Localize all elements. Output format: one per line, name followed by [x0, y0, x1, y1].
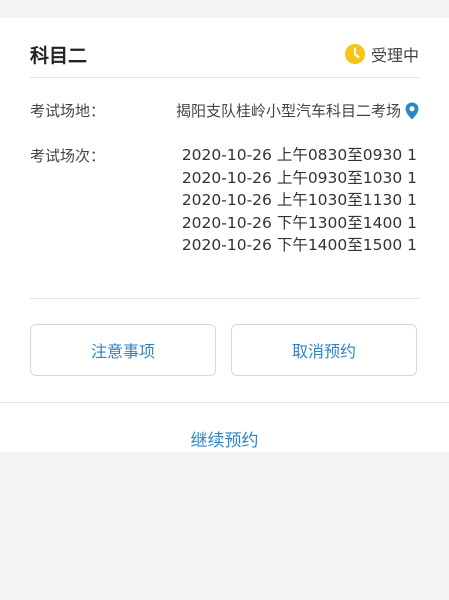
top-strip	[0, 0, 449, 18]
venue-label: 考试场地：	[30, 102, 106, 120]
session-list: 2020-10-26 上午0830至0930 1 2020-10-26 上午09…	[182, 144, 417, 257]
venue-value[interactable]: 揭阳支队桂岭小型汽车科目二考场	[176, 100, 419, 121]
session-item: 2020-10-26 上午0930至1030 1	[181, 168, 417, 187]
session-item: 2020-10-26 下午1400至1500 1	[181, 236, 417, 254]
status-badge: 受理中	[344, 42, 419, 66]
venue-text: 揭阳支队桂岭小型汽车科目二考场	[175, 102, 401, 120]
status-text: 受理中	[370, 46, 419, 65]
continue-appointment-link[interactable]: 继续预约	[0, 426, 449, 451]
divider	[30, 298, 419, 299]
appointment-card: 科目二 受理中 考试场地： 揭阳支队桂岭小型汽车科目二考场 考试场次： 2020…	[0, 18, 449, 452]
clock-icon	[344, 44, 365, 64]
session-item: 2020-10-26 上午0830至0930 1	[181, 146, 417, 164]
divider	[0, 402, 449, 403]
location-pin-icon[interactable]	[405, 102, 419, 120]
session-item: 2020-10-26 上午1030至1130 1	[181, 191, 417, 209]
divider	[30, 77, 419, 78]
cancel-appointment-button[interactable]: 取消预约	[231, 324, 417, 376]
notice-button[interactable]: 注意事项	[30, 324, 216, 376]
session-label: 考试场次：	[30, 147, 106, 165]
card-header: 科目二 受理中	[30, 36, 419, 72]
session-item: 2020-10-26 下午1300至1400 1	[181, 213, 417, 232]
subject-title: 科目二	[30, 44, 88, 67]
